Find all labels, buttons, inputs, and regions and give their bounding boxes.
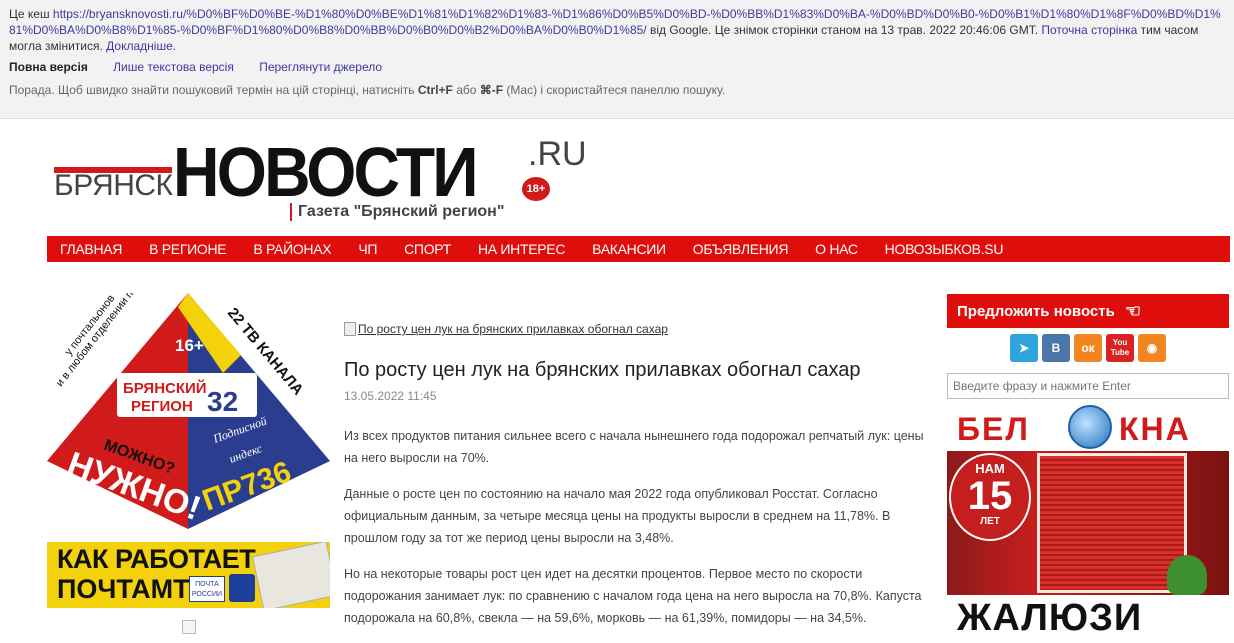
page: БРЯНСК НОВОСТИ .RU 18+ Газета "Брянский … [34, 119, 1234, 643]
okna-bottom-text: ЖАЛЮЗИ [957, 597, 1143, 639]
pyramid-brand1: БРЯНСКИЙ [123, 379, 207, 397]
pyramid-graphic: у почтальонов и в любом отделении почтам… [47, 255, 330, 529]
suggest-news-button[interactable]: Предложить новость ☜ [947, 294, 1229, 328]
tip-mac-keys: ⌘-F [479, 83, 504, 97]
pyramid-brand2: РЕГИОН [131, 398, 193, 415]
pochtamt-line2: ПОЧТАМТ [57, 574, 190, 604]
article-paragraph: Данные о росте цен по состоянию на начал… [344, 487, 891, 545]
nav-item[interactable]: НА ИНТЕРЕС [478, 241, 565, 257]
hand-pointer-icon: ☜ [1124, 300, 1141, 321]
cache-snapshot-info: від Google. Це знімок сторінки станом на… [646, 23, 1042, 37]
cache-version-links: Повна версія Лише текстова версія Перегл… [9, 59, 382, 75]
nav-item[interactable]: ВАКАНСИИ [592, 241, 666, 257]
telegram-icon[interactable]: ➤ [1010, 334, 1038, 362]
pochtamt-ad[interactable]: КАК РАБОТАЕТ ПОЧТАМТ ПОЧТА РОССИИ [47, 542, 330, 608]
nav-item[interactable]: ГЛАВНАЯ [60, 241, 122, 257]
site-logo[interactable]: БРЯНСК НОВОСТИ .RU 18+ Газета "Брянский … [54, 131, 594, 221]
logo-ru: .RU [528, 135, 587, 173]
vk-icon[interactable]: В [1042, 334, 1070, 362]
windows-blinds-ad[interactable]: БЕЛ КНА НАМ 15 ЛЕТ ЖАЛЮЗИ [947, 405, 1229, 643]
badge-bottom: ЛЕТ [980, 516, 1000, 527]
social-links: ➤ Вок You Tube ◉ [1010, 334, 1170, 362]
russian-post-logo: ПОЧТА РОССИИ [189, 576, 225, 602]
broken-image-icon [344, 322, 356, 336]
logo-subtitle: Газета "Брянский регион" [290, 203, 504, 221]
youtube-icon[interactable]: You Tube [1106, 334, 1134, 362]
search-input[interactable] [947, 373, 1229, 399]
tip-suffix: (Mac) і скористайтеся панеллю пошуку. [503, 83, 726, 97]
current-page-link[interactable]: Поточна сторінка [1041, 23, 1137, 37]
nav-item[interactable]: О НАС [815, 241, 858, 257]
pyramid-brand-num: 32 [207, 386, 238, 417]
okna-right-text: КНА [1119, 411, 1191, 447]
rss-icon[interactable]: ◉ [1138, 334, 1166, 362]
pyramid-age: 16+ [175, 336, 204, 355]
view-source-link[interactable]: Переглянути джерело [259, 60, 382, 74]
newspaper-subscription-ad[interactable]: у почтальонов и в любом отделении почтам… [47, 255, 330, 529]
age-rating-badge: 18+ [522, 177, 550, 201]
broken-image-icon [182, 620, 196, 634]
okna-bottom-band: ЖАЛЮЗИ [947, 595, 1229, 643]
cache-prefix: Це кеш [9, 7, 53, 21]
newspapers-image [252, 542, 330, 608]
globe-icon [1068, 405, 1112, 449]
logo-novosti: НОВОСТИ [173, 133, 479, 211]
nav-item[interactable]: В РЕГИОНЕ [149, 241, 226, 257]
google-cache-bar: Це кеш https://bryansknovosti.ru/%D0%BF%… [0, 0, 1234, 119]
nav-item[interactable]: НОВОЗЫБКОВ.SU [885, 241, 1004, 257]
okna-left-text: БЕЛ [957, 411, 1030, 447]
cache-tip: Порада. Щоб швидко знайти пошуковий терм… [9, 82, 725, 98]
article: По росту цен лук на брянских прилавках о… [344, 319, 934, 629]
hero-image-alt: По росту цен лук на брянских прилавках о… [358, 322, 668, 336]
badge-num: 15 [967, 474, 1013, 518]
learn-more-link[interactable]: Докладніше. [106, 39, 176, 53]
nav-item[interactable]: ОБЪЯВЛЕНИЯ [693, 241, 789, 257]
plant-image [1167, 555, 1207, 595]
years-badge: НАМ 15 ЛЕТ [949, 453, 1031, 541]
nav-item[interactable]: СПОРТ [404, 241, 451, 257]
window-blinds-image [1037, 453, 1187, 593]
odnoklassniki-icon[interactable]: ок [1074, 334, 1102, 362]
nav-item[interactable]: В РАЙОНАХ [253, 241, 331, 257]
text-only-link[interactable]: Лише текстова версія [113, 60, 234, 74]
suggest-news-label: Предложить новость [957, 302, 1115, 320]
logo-bryansk: БРЯНСК [54, 169, 173, 202]
tip-prefix: Порада. Щоб швидко знайти пошуковий терм… [9, 83, 418, 97]
article-title: По росту цен лук на брянских прилавках о… [344, 359, 861, 381]
nav-item[interactable]: ЧП [358, 241, 377, 257]
article-paragraph: Но на некоторые товары рост цен идет на … [344, 567, 922, 625]
main-nav: ГЛАВНАЯ В РЕГИОНЕ В РАЙОНАХ ЧП СПОРТ НА ИНТЕР… [47, 236, 1230, 262]
tip-middle: або [452, 83, 480, 97]
eagle-icon [229, 574, 255, 602]
hero-image-link[interactable]: По росту цен лук на брянских прилавках о… [344, 319, 934, 339]
cache-notice: Це кеш https://bryansknovosti.ru/%D0%BF%… [9, 6, 1224, 54]
article-paragraph: Из всех продуктов питания сильнее всего … [344, 429, 924, 465]
article-date: 13.05.2022 11:45 [344, 389, 437, 403]
tip-keys: Ctrl+F [417, 83, 453, 97]
pochtamt-line1: КАК РАБОТАЕТ [57, 544, 256, 574]
full-version-link[interactable]: Повна версія [9, 60, 88, 74]
